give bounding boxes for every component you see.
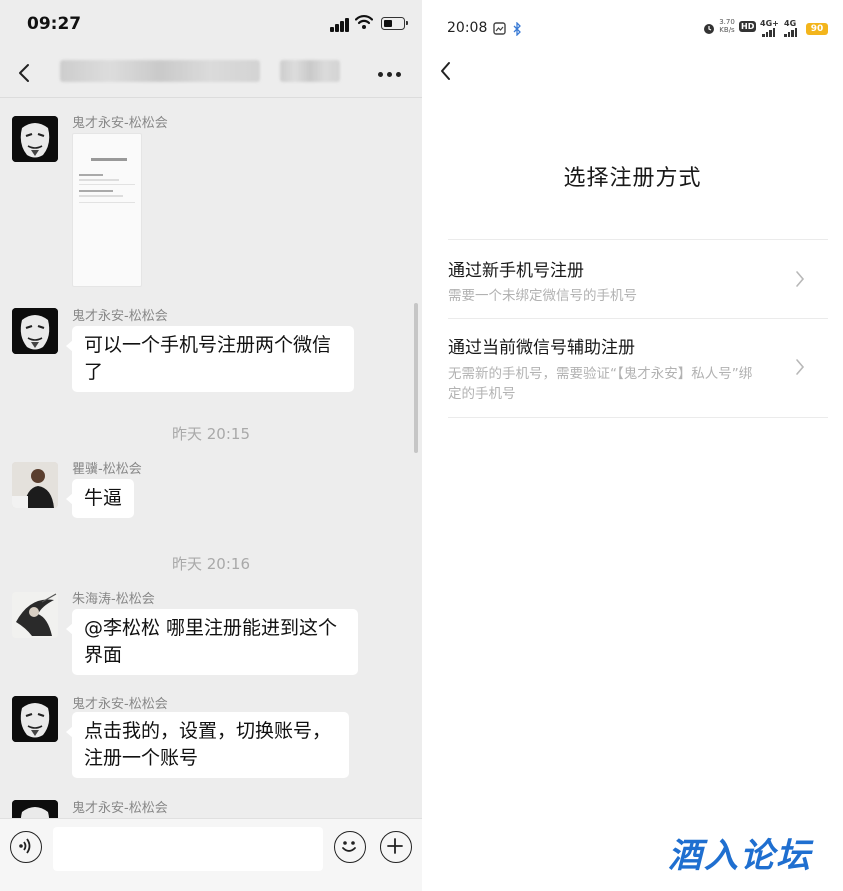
battery-icon xyxy=(381,17,408,30)
mask-avatar-icon xyxy=(12,800,58,818)
signal-bars-2-icon xyxy=(784,28,800,37)
message-input[interactable] xyxy=(53,827,323,871)
register-panel: 20:08 3.70 KB/s HD 4G+ 4G 90 选择注册方式 通过新手… xyxy=(422,0,843,891)
chevron-left-icon[interactable] xyxy=(438,60,454,82)
message-row: 朱海涛-松松会 @李松松 哪里注册能进到这个界面 xyxy=(0,588,410,680)
battery-level: 90 xyxy=(806,23,828,35)
option-assisted-register[interactable]: 通过当前微信号辅助注册 无需新的手机号，需要验证“【鬼才永安】私人号”绑定的手机… xyxy=(448,319,828,417)
gallery-notification-icon xyxy=(493,22,506,35)
option-description: 无需新的手机号，需要验证“【鬼才永安】私人号”绑定的手机号 xyxy=(448,366,753,402)
bluetooth-icon xyxy=(513,22,521,36)
avatar[interactable] xyxy=(12,592,58,638)
chevron-right-icon xyxy=(796,271,805,287)
option-description: 需要一个未绑定微信号的手机号 xyxy=(448,288,637,304)
ink-figure-avatar-icon xyxy=(12,592,58,638)
emoji-icon[interactable] xyxy=(334,831,366,863)
blurred-chat-title-suffix xyxy=(280,60,340,82)
hd-badge: HD xyxy=(739,21,757,32)
alarm-icon xyxy=(704,24,714,34)
wifi-icon xyxy=(355,15,373,29)
sender-name: 鬼才永安-松松会 xyxy=(72,801,168,816)
status-indicators: 3.70 KB/s HD 4G+ 4G 90 xyxy=(702,18,832,37)
network-type-1: 4G+ xyxy=(760,19,779,28)
avatar[interactable] xyxy=(12,696,58,742)
chat-input-bar xyxy=(0,818,422,891)
blurred-chat-title xyxy=(60,60,260,82)
divider xyxy=(448,417,828,418)
more-dots-icon[interactable] xyxy=(378,72,404,78)
message-bubble[interactable]: 点击我的，设置，切换账号，注册一个账号 xyxy=(66,712,349,778)
status-time: 20:08 xyxy=(447,20,488,36)
option-title: 通过新手机号注册 xyxy=(448,261,584,281)
message-bubble[interactable]: 可以一个手机号注册两个微信了 xyxy=(66,326,354,392)
signal-bars-1-icon xyxy=(762,28,778,37)
sender-name: 鬼才永安-松松会 xyxy=(72,697,168,712)
message-bubble[interactable]: @李松松 哪里注册能进到这个界面 xyxy=(66,609,358,675)
avatar[interactable] xyxy=(12,116,58,162)
chat-header xyxy=(0,48,422,98)
message-row: 鬼才永安-松松会 可以一个手机号注册两个微信了 xyxy=(0,305,410,395)
chat-panel: 09:27 鬼才永安-松松会 鬼才永安-松松会 可以一个手机号注册两个微信了 昨… xyxy=(0,0,422,891)
network-type-2: 4G xyxy=(784,19,797,28)
watermark-logo: 酒入论坛 xyxy=(668,836,812,876)
option-title: 通过当前微信号辅助注册 xyxy=(448,338,635,358)
chevron-left-icon[interactable] xyxy=(16,62,34,84)
timestamp: 昨天 20:15 xyxy=(172,425,250,443)
network-speed: 3.70 KB/s xyxy=(719,18,735,34)
message-row: 鬼才永安-松松会 xyxy=(0,112,410,292)
scrollbar[interactable] xyxy=(414,303,418,453)
message-row: 鬼才永安-松松会 xyxy=(0,797,410,818)
sender-name: 朱海涛-松松会 xyxy=(72,592,155,607)
sender-name: 鬼才永安-松松会 xyxy=(72,116,168,131)
timestamp: 昨天 20:16 xyxy=(172,555,250,573)
avatar[interactable] xyxy=(12,462,58,508)
avatar[interactable] xyxy=(12,308,58,354)
voice-icon[interactable] xyxy=(10,831,42,863)
status-time: 09:27 xyxy=(27,14,82,34)
cellular-signal-icon xyxy=(330,18,350,32)
message-row: 鬼才永安-松松会 点击我的，设置，切换账号，注册一个账号 xyxy=(0,693,410,785)
avatar[interactable] xyxy=(12,800,58,818)
message-bubble[interactable]: 牛逼 xyxy=(65,479,135,518)
mask-avatar-icon xyxy=(12,696,58,742)
status-bar: 09:27 xyxy=(0,0,422,48)
chevron-right-icon xyxy=(796,359,805,375)
plus-icon[interactable] xyxy=(380,831,412,863)
sender-name: 瞿骥-松松会 xyxy=(72,462,142,477)
mask-avatar-icon xyxy=(12,116,58,162)
mask-avatar-icon xyxy=(12,308,58,354)
option-new-phone[interactable]: 通过新手机号注册 需要一个未绑定微信号的手机号 xyxy=(448,240,828,318)
image-message-thumbnail[interactable] xyxy=(72,133,142,287)
page-title: 选择注册方式 xyxy=(563,166,702,191)
sender-name: 鬼才永安-松松会 xyxy=(72,309,168,324)
person-avatar-icon xyxy=(12,462,58,508)
message-row: 瞿骥-松松会 牛逼 xyxy=(0,458,410,528)
